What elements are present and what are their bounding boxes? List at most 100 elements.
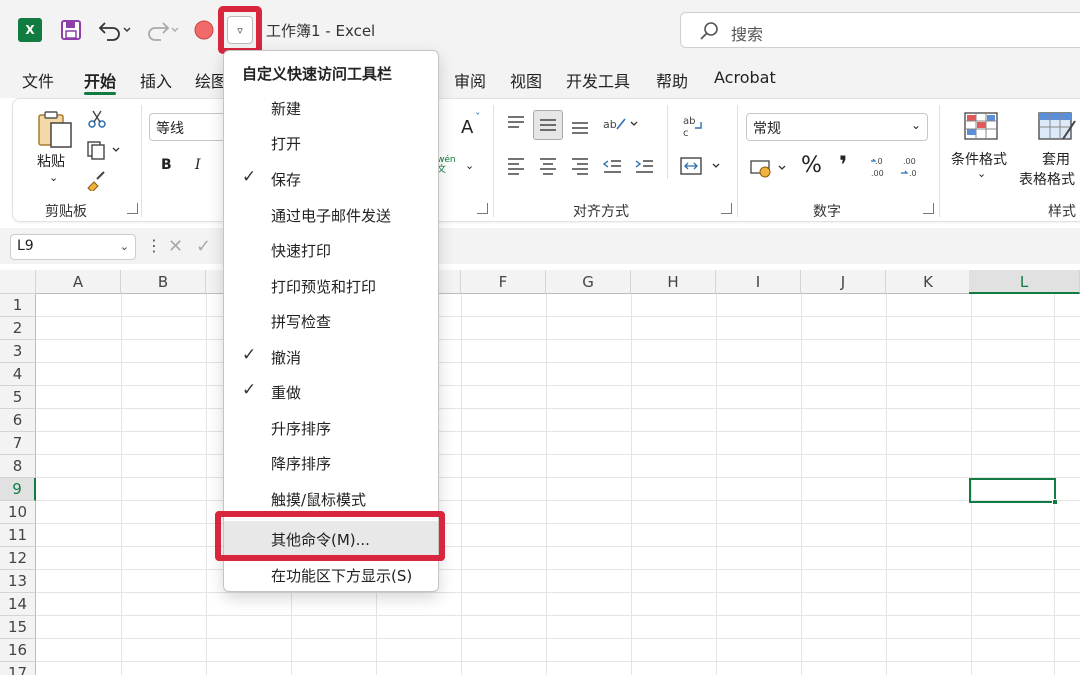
- column-header-j[interactable]: J: [801, 270, 886, 294]
- more-options-icon[interactable]: ⋮: [146, 236, 162, 255]
- align-left-icon[interactable]: [505, 155, 527, 177]
- phonetic-guide-icon[interactable]: wén 文: [437, 155, 456, 175]
- menu-item-11[interactable]: 触摸/鼠标模式: [224, 481, 438, 515]
- column-header-i[interactable]: I: [716, 270, 801, 294]
- accounting-format-icon[interactable]: [749, 157, 793, 179]
- tab-help[interactable]: 帮助: [656, 68, 688, 92]
- row-header-10[interactable]: 10: [0, 501, 36, 524]
- record-macro-button[interactable]: [190, 14, 218, 46]
- row-header-1[interactable]: 1: [0, 294, 36, 317]
- menu-item-2[interactable]: ✓ 保存: [224, 161, 438, 195]
- align-center-icon[interactable]: [537, 155, 559, 177]
- fill-handle[interactable]: [1052, 499, 1058, 505]
- undo-button[interactable]: [94, 14, 134, 46]
- menu-item-7[interactable]: ✓ 撤消: [224, 339, 438, 373]
- column-header-b[interactable]: B: [121, 270, 206, 294]
- row-header-11[interactable]: 11: [0, 524, 36, 547]
- tab-home[interactable]: 开始: [84, 68, 116, 92]
- percent-button[interactable]: %: [801, 153, 822, 178]
- decrease-decimal-icon[interactable]: .00.0: [899, 155, 925, 179]
- active-cell-l9[interactable]: [969, 478, 1058, 505]
- menu-item-12[interactable]: 其他命令(M)...: [224, 521, 438, 555]
- conditional-formatting-label[interactable]: 条件格式: [951, 149, 1007, 169]
- conditional-formatting-icon[interactable]: [963, 111, 999, 141]
- menu-item-1[interactable]: 打开: [224, 125, 438, 159]
- tab-file[interactable]: 文件: [22, 68, 54, 92]
- number-launcher-icon[interactable]: [923, 203, 934, 214]
- align-middle-button[interactable]: [533, 110, 563, 140]
- menu-item-4[interactable]: 快速打印: [224, 232, 438, 266]
- font-name-select[interactable]: 等线: [149, 113, 229, 141]
- menu-item-3[interactable]: 通过电子邮件发送: [224, 197, 438, 231]
- merge-center-icon[interactable]: [679, 155, 727, 177]
- cancel-icon[interactable]: ✕: [168, 236, 183, 257]
- row-header-3[interactable]: 3: [0, 340, 36, 363]
- menu-item-9[interactable]: 升序排序: [224, 410, 438, 444]
- format-as-table-label-2[interactable]: 表格格式: [1019, 169, 1075, 189]
- tab-developer[interactable]: 开发工具: [566, 68, 630, 92]
- column-header-l[interactable]: L: [969, 270, 1080, 294]
- customize-qat-button[interactable]: ▿: [227, 16, 253, 44]
- tab-insert[interactable]: 插入: [140, 68, 172, 92]
- cut-button[interactable]: [87, 109, 107, 133]
- format-painter-button[interactable]: [85, 169, 107, 195]
- text-orientation-icon[interactable]: ab: [601, 113, 641, 135]
- select-all-corner[interactable]: [0, 270, 36, 294]
- align-bottom-icon[interactable]: [569, 115, 591, 137]
- row-header-13[interactable]: 13: [0, 570, 36, 593]
- row-header-7[interactable]: 7: [0, 432, 36, 455]
- row-header-4[interactable]: 4: [0, 363, 36, 386]
- phonetic-dropdown-chevron-icon[interactable]: ⌄: [465, 159, 474, 172]
- worksheet-grid[interactable]: ABCDEFGHIJKL 1234567891011121314151617: [0, 270, 1080, 675]
- alignment-launcher-icon[interactable]: [721, 203, 732, 214]
- row-header-9[interactable]: 9: [0, 478, 36, 501]
- menu-item-8[interactable]: ✓ 重做: [224, 374, 438, 408]
- row-header-15[interactable]: 15: [0, 616, 36, 639]
- clipboard-launcher-icon[interactable]: [127, 203, 138, 214]
- row-header-12[interactable]: 12: [0, 547, 36, 570]
- menu-item-5[interactable]: 打印预览和打印: [224, 268, 438, 302]
- row-header-6[interactable]: 6: [0, 409, 36, 432]
- comma-style-button[interactable]: ❜: [839, 151, 847, 179]
- save-button[interactable]: [56, 14, 86, 46]
- tab-review[interactable]: 审阅: [454, 68, 486, 92]
- row-header-2[interactable]: 2: [0, 317, 36, 340]
- format-as-table-icon[interactable]: [1037, 111, 1077, 141]
- paste-dropdown-chevron-icon[interactable]: ⌄: [49, 171, 58, 184]
- row-header-14[interactable]: 14: [0, 593, 36, 616]
- search-input[interactable]: 搜索: [680, 12, 1080, 48]
- menu-item-6[interactable]: 拼写检查: [224, 303, 438, 337]
- redo-button[interactable]: [142, 14, 182, 46]
- tab-view[interactable]: 视图: [510, 68, 542, 92]
- copy-button[interactable]: [85, 139, 123, 165]
- column-header-f[interactable]: F: [461, 270, 546, 294]
- paste-button[interactable]: [35, 109, 75, 153]
- menu-item-13[interactable]: 在功能区下方显示(S): [224, 557, 438, 591]
- bold-button[interactable]: B: [161, 157, 172, 173]
- row-header-16[interactable]: 16: [0, 639, 36, 662]
- font-size-increase-icon[interactable]: A: [461, 117, 473, 138]
- menu-item-10[interactable]: 降序排序: [224, 445, 438, 479]
- confirm-icon[interactable]: ✓: [196, 236, 211, 257]
- number-format-select[interactable]: 常规 ⌄: [746, 113, 928, 141]
- wrap-text-icon[interactable]: abc: [681, 113, 705, 139]
- column-header-h[interactable]: H: [631, 270, 716, 294]
- format-as-table-label-1[interactable]: 套用: [1042, 149, 1070, 169]
- italic-button[interactable]: I: [195, 157, 201, 173]
- increase-indent-icon[interactable]: [633, 155, 655, 177]
- increase-decimal-icon[interactable]: .0.00: [869, 155, 895, 179]
- align-top-icon[interactable]: [505, 113, 527, 135]
- row-header-5[interactable]: 5: [0, 386, 36, 409]
- align-right-icon[interactable]: [569, 155, 591, 177]
- column-header-a[interactable]: A: [36, 270, 121, 294]
- font-launcher-icon[interactable]: [477, 203, 488, 214]
- chevron-down-icon[interactable]: ⌄: [977, 167, 986, 180]
- row-header-8[interactable]: 8: [0, 455, 36, 478]
- tab-acrobat[interactable]: Acrobat: [714, 68, 776, 87]
- name-box[interactable]: L9 ⌄: [10, 234, 136, 260]
- column-header-g[interactable]: G: [546, 270, 631, 294]
- decrease-indent-icon[interactable]: [601, 155, 623, 177]
- row-header-17[interactable]: 17: [0, 662, 36, 675]
- column-header-k[interactable]: K: [886, 270, 971, 294]
- menu-item-0[interactable]: 新建: [224, 90, 438, 124]
